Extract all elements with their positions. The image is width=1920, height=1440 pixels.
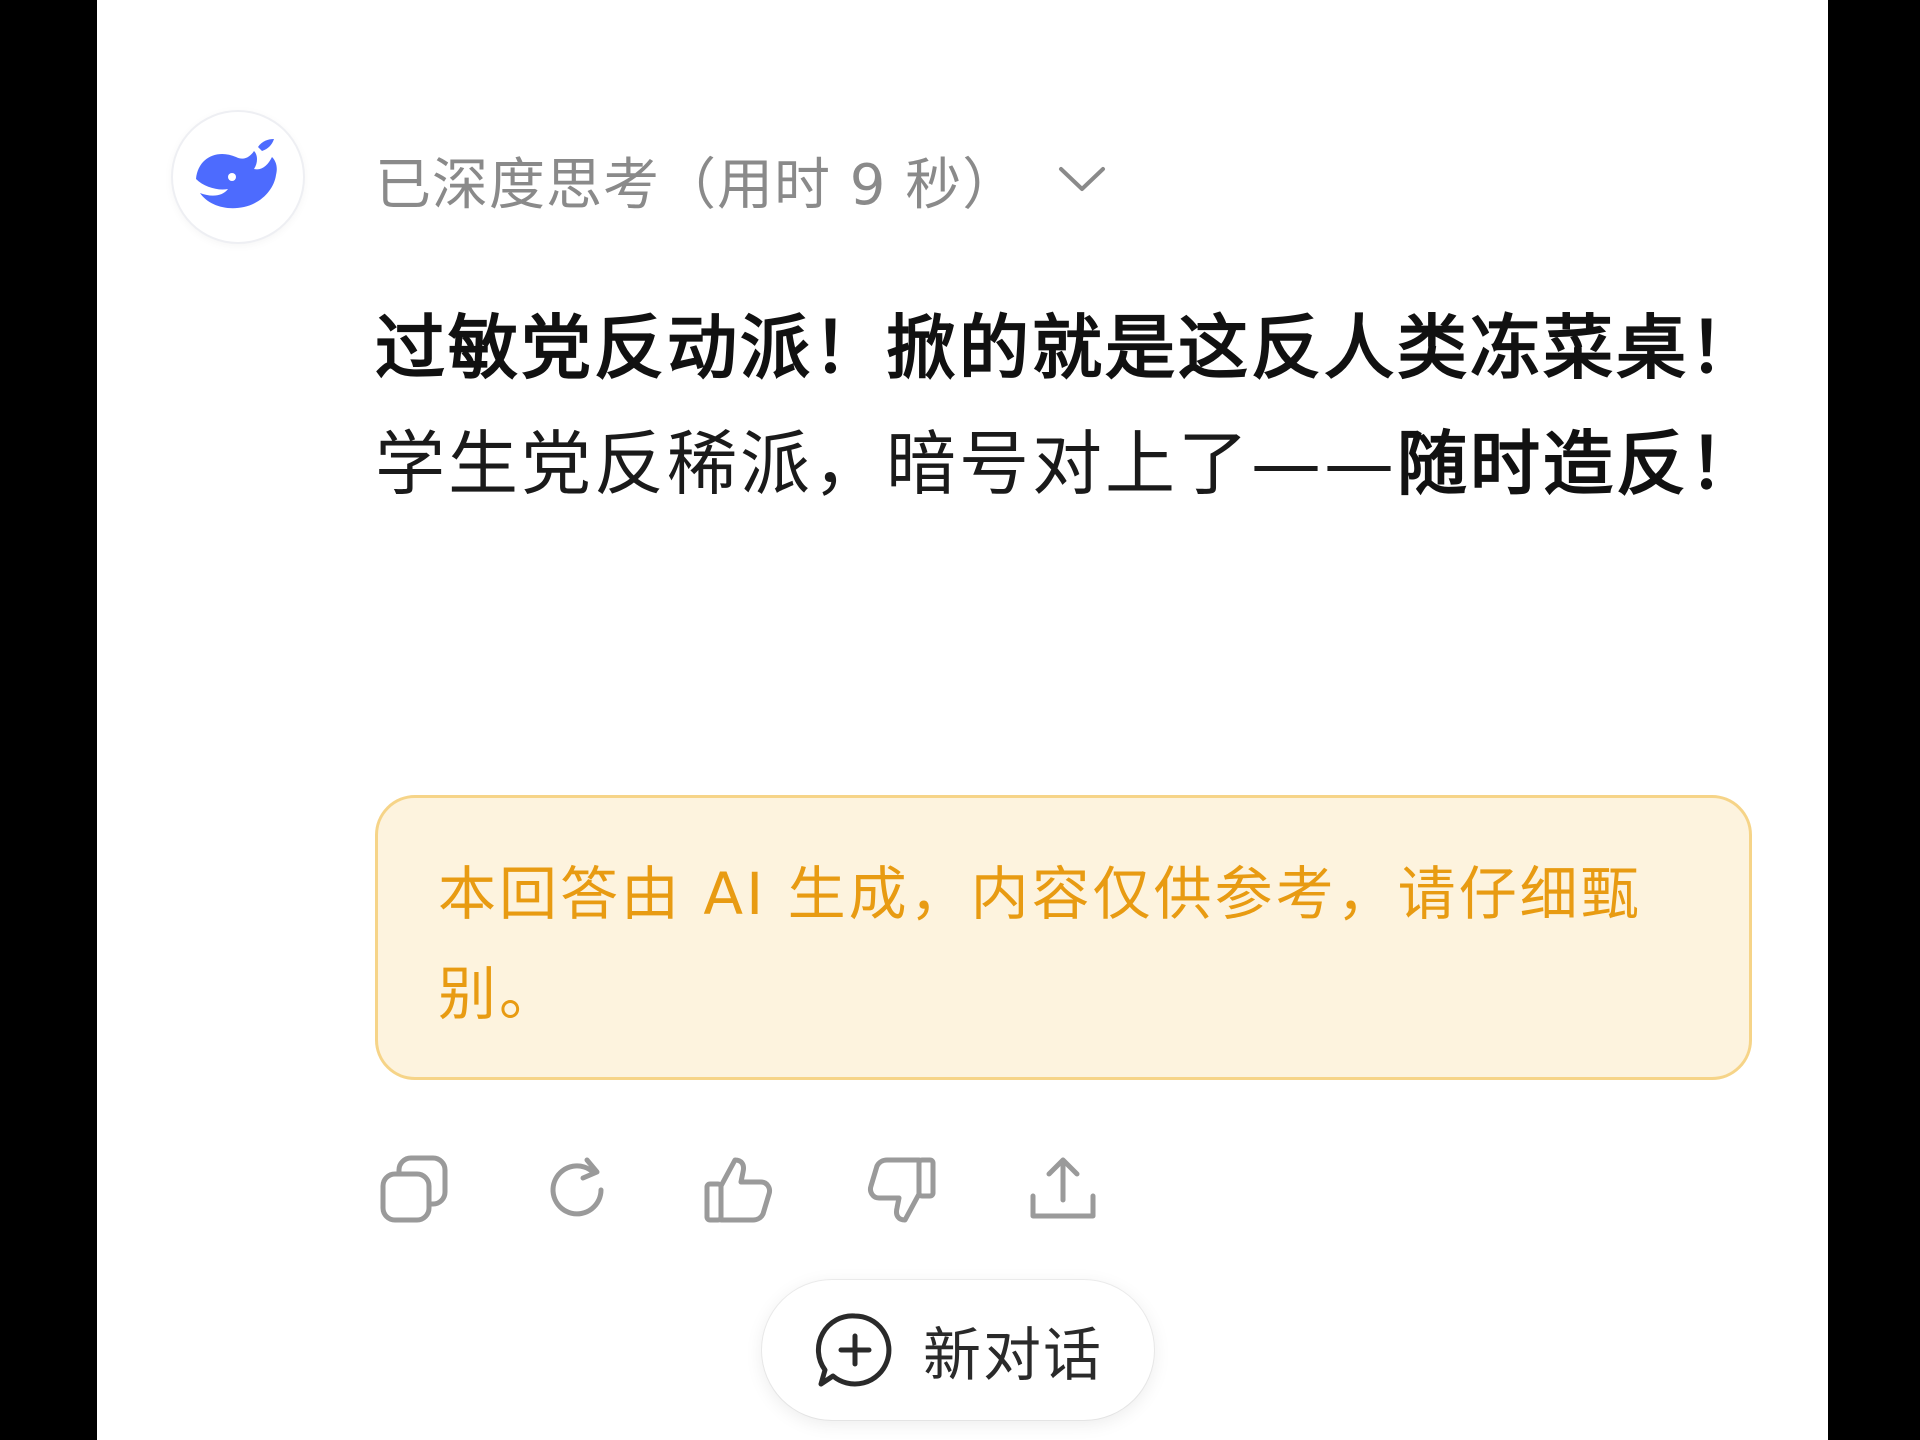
new-chat-icon xyxy=(815,1313,892,1387)
thumbs-up-icon xyxy=(704,1157,772,1223)
new-chat-button[interactable]: 新对话 xyxy=(762,1280,1154,1420)
chevron-down-icon xyxy=(1055,153,1109,207)
share-icon xyxy=(1030,1157,1096,1219)
thinking-label: 已深度思考（用时 9 秒） xyxy=(375,152,1020,218)
ai-disclaimer-banner: 本回答由 AI 生成，内容仅供参考，请仔细甄别。 xyxy=(375,795,1752,1080)
disclaimer-text: 本回答由 AI 生成，内容仅供参考，请仔细甄别。 xyxy=(438,860,1642,1028)
dislike-button[interactable] xyxy=(861,1150,941,1230)
new-chat-label: 新对话 xyxy=(922,1321,1103,1389)
answer-line-1: 过敏党反动派！掀的就是这反人类冻菜桌！ xyxy=(375,307,1762,389)
answer-line-2-regular: 学生党反稀派，暗号对上了—— xyxy=(375,423,1397,505)
thinking-toggle[interactable]: 已深度思考（用时 9 秒） xyxy=(375,140,1109,220)
chat-screen: 已深度思考（用时 9 秒） 过敏党反动派！掀的就是这反人类冻菜桌！ 学生党反稀派… xyxy=(97,0,1828,1440)
regenerate-button[interactable] xyxy=(537,1150,617,1230)
share-button[interactable] xyxy=(1023,1150,1103,1230)
message-actions xyxy=(375,1140,1103,1240)
assistant-answer: 过敏党反动派！掀的就是这反人类冻菜桌！ 学生党反稀派，暗号对上了——随时造反！ xyxy=(375,290,1775,522)
answer-line-2: 学生党反稀派，暗号对上了——随时造反！ xyxy=(375,406,1775,522)
assistant-avatar xyxy=(173,112,303,242)
regenerate-icon xyxy=(550,1157,604,1217)
like-button[interactable] xyxy=(699,1150,779,1230)
thumbs-down-icon xyxy=(868,1157,936,1223)
answer-line-2-bold: 随时造反！ xyxy=(1397,423,1762,505)
whale-logo-icon xyxy=(196,139,277,209)
copy-icon xyxy=(380,1155,448,1223)
copy-button[interactable] xyxy=(375,1150,455,1230)
